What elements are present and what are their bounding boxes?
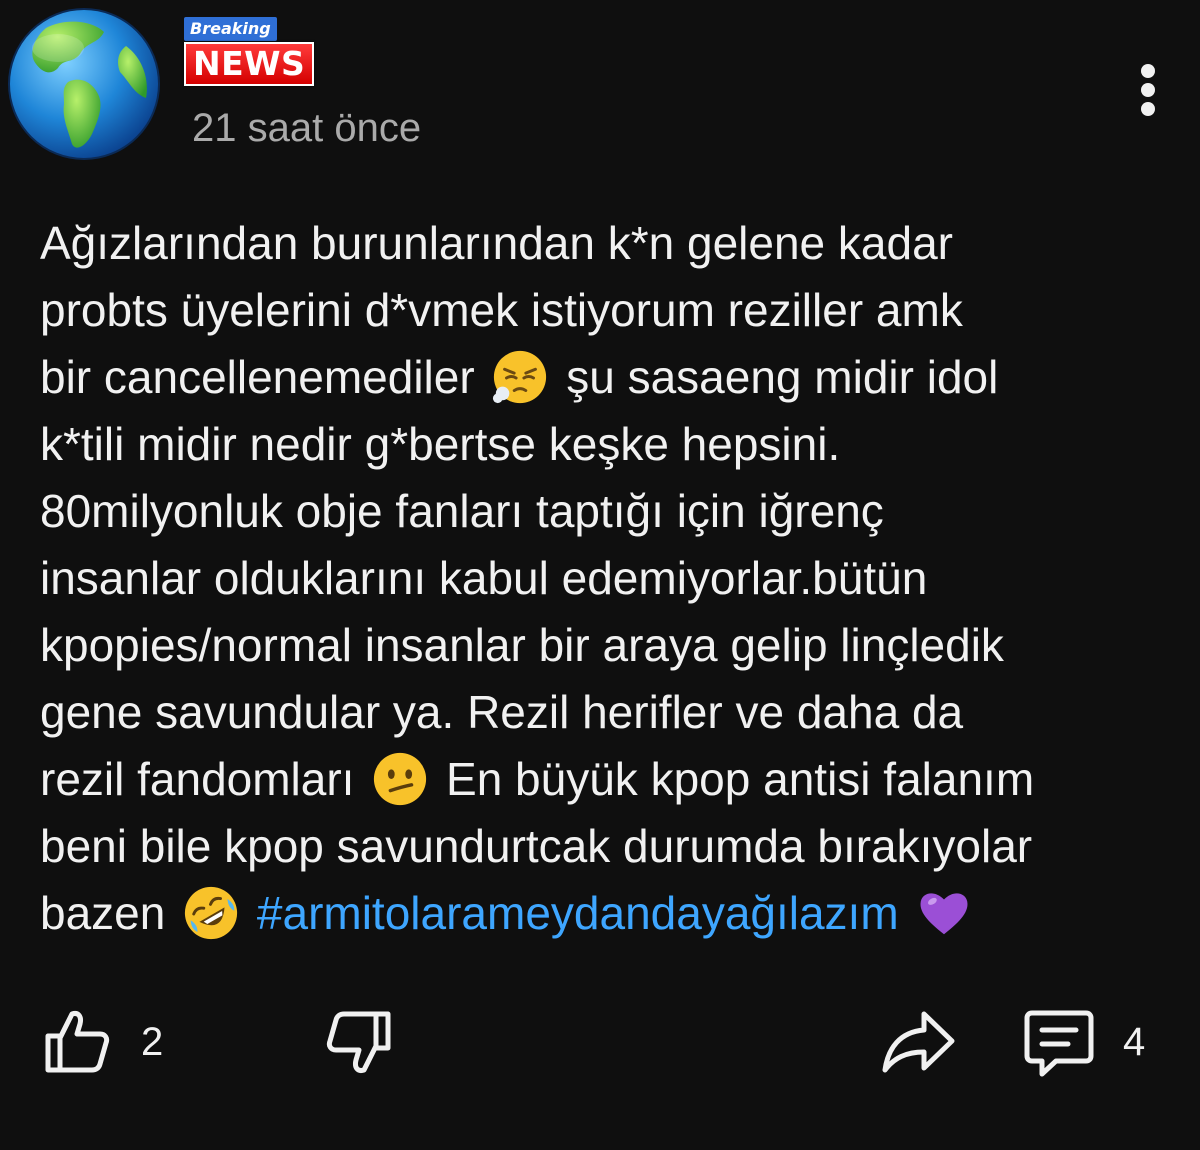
post-body: Ağızlarından burunlarından k*n gelene ka… bbox=[40, 210, 1180, 947]
tired-face-emoji bbox=[493, 350, 547, 403]
thumbs-up-icon[interactable] bbox=[42, 1006, 112, 1076]
post-line: Ağızlarından burunlarından k*n gelene ka… bbox=[40, 217, 953, 269]
globe-icon[interactable] bbox=[6, 6, 162, 162]
post-text-segment: En büyük kpop antisi falanım bbox=[446, 753, 1035, 805]
post-text-segment: rezil fandomları bbox=[40, 753, 355, 805]
thumbs-down-icon[interactable] bbox=[324, 1008, 394, 1078]
community-post: Breaking NEWS 21 saat önce Ağızlarından … bbox=[0, 0, 1200, 1150]
confused-face-emoji bbox=[374, 752, 427, 805]
post-timestamp: 21 saat önce bbox=[192, 106, 422, 150]
badge-main-text: NEWS bbox=[184, 42, 315, 86]
post-text-segment: şu sasaeng midir idol bbox=[566, 351, 999, 403]
post-line: kpopies/normal insanlar bir araya gelip … bbox=[40, 619, 1004, 671]
action-bar: 2 4 bbox=[0, 1000, 1200, 1090]
rolling-laughing-emoji bbox=[185, 886, 238, 939]
post-line: bazen #armitolarameydandayağılazım bbox=[40, 880, 1180, 947]
share-icon[interactable] bbox=[880, 1008, 956, 1074]
post-line: probts üyelerini d*vmek istiyorum rezill… bbox=[40, 284, 963, 336]
post-line: insanlar olduklarını kabul edemiyorlar.b… bbox=[40, 552, 928, 604]
badge-top-text: Breaking bbox=[184, 17, 277, 41]
post-line: gene savundular ya. Rezil herifler ve da… bbox=[40, 686, 964, 738]
post-line: rezil fandomları En büyük kpop antisi fa… bbox=[40, 746, 1180, 813]
channel-badge[interactable]: Breaking NEWS bbox=[184, 17, 315, 86]
post-text-segment: bazen bbox=[40, 887, 166, 939]
purple-heart-emoji bbox=[920, 893, 968, 935]
post-text-segment: bir cancellenemediler bbox=[40, 351, 475, 403]
comment-count: 4 bbox=[1123, 1020, 1146, 1064]
like-count: 2 bbox=[141, 1020, 164, 1064]
post-line: 80milyonluk obje fanları taptığı için iğ… bbox=[40, 485, 884, 537]
hashtag-link[interactable]: #armitolarameydandayağılazım bbox=[257, 887, 899, 939]
post-line: k*tili midir nedir g*bertse keşke hepsin… bbox=[40, 418, 841, 470]
more-vertical-icon[interactable] bbox=[1126, 60, 1172, 120]
post-line: beni bile kpop savundurtcak durumda bıra… bbox=[40, 820, 1033, 872]
post-line: bir cancellenemediler şu sasaeng midir i… bbox=[40, 344, 1180, 411]
comment-icon[interactable] bbox=[1022, 1008, 1096, 1078]
